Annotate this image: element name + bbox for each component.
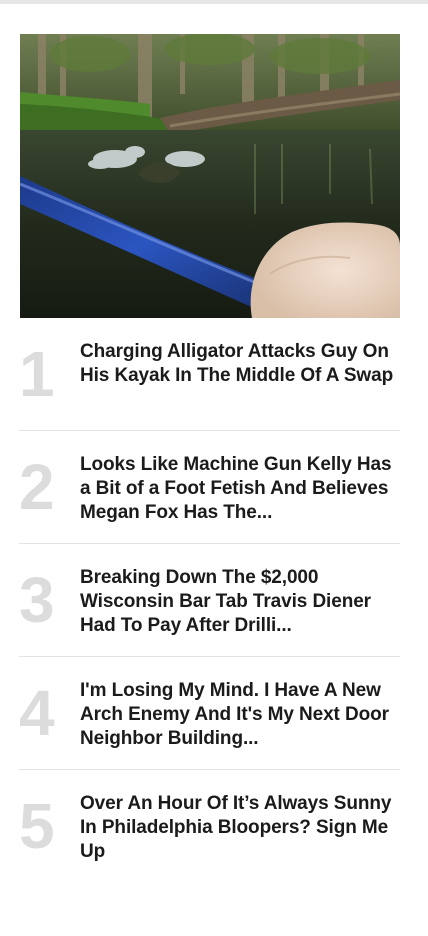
list-item[interactable]: 4 I'm Losing My Mind. I Have A New Arch …	[19, 657, 400, 770]
rank-number: 5	[19, 790, 55, 862]
list-item[interactable]: 1 Charging Alligator Attacks Guy On His …	[19, 318, 400, 431]
article-headline-link[interactable]: Looks Like Machine Gun Kelly Has a Bit o…	[80, 453, 398, 525]
trending-articles-list: 1 Charging Alligator Attacks Guy On His …	[19, 318, 400, 883]
article-headline-link[interactable]: I'm Losing My Mind. I Have A New Arch En…	[80, 679, 398, 751]
article-headline-link[interactable]: Breaking Down The $2,000 Wisconsin Bar T…	[80, 566, 398, 638]
list-item[interactable]: 5 Over An Hour Of It’s Always Sunny In P…	[19, 770, 400, 883]
article-headline-link[interactable]: Charging Alligator Attacks Guy On His Ka…	[80, 340, 398, 388]
rank-number: 3	[19, 564, 55, 636]
hero-thumbnail-image[interactable]	[20, 34, 400, 318]
rank-number: 2	[19, 451, 55, 523]
list-item[interactable]: 2 Looks Like Machine Gun Kelly Has a Bit…	[19, 431, 400, 544]
article-headline-link[interactable]: Over An Hour Of It’s Always Sunny In Phi…	[80, 792, 398, 864]
top-divider	[0, 0, 428, 4]
list-item[interactable]: 3 Breaking Down The $2,000 Wisconsin Bar…	[19, 544, 400, 657]
rank-number: 1	[19, 338, 55, 410]
alligator-kayak-swamp-thumbnail	[20, 34, 400, 318]
rank-number: 4	[19, 677, 55, 749]
